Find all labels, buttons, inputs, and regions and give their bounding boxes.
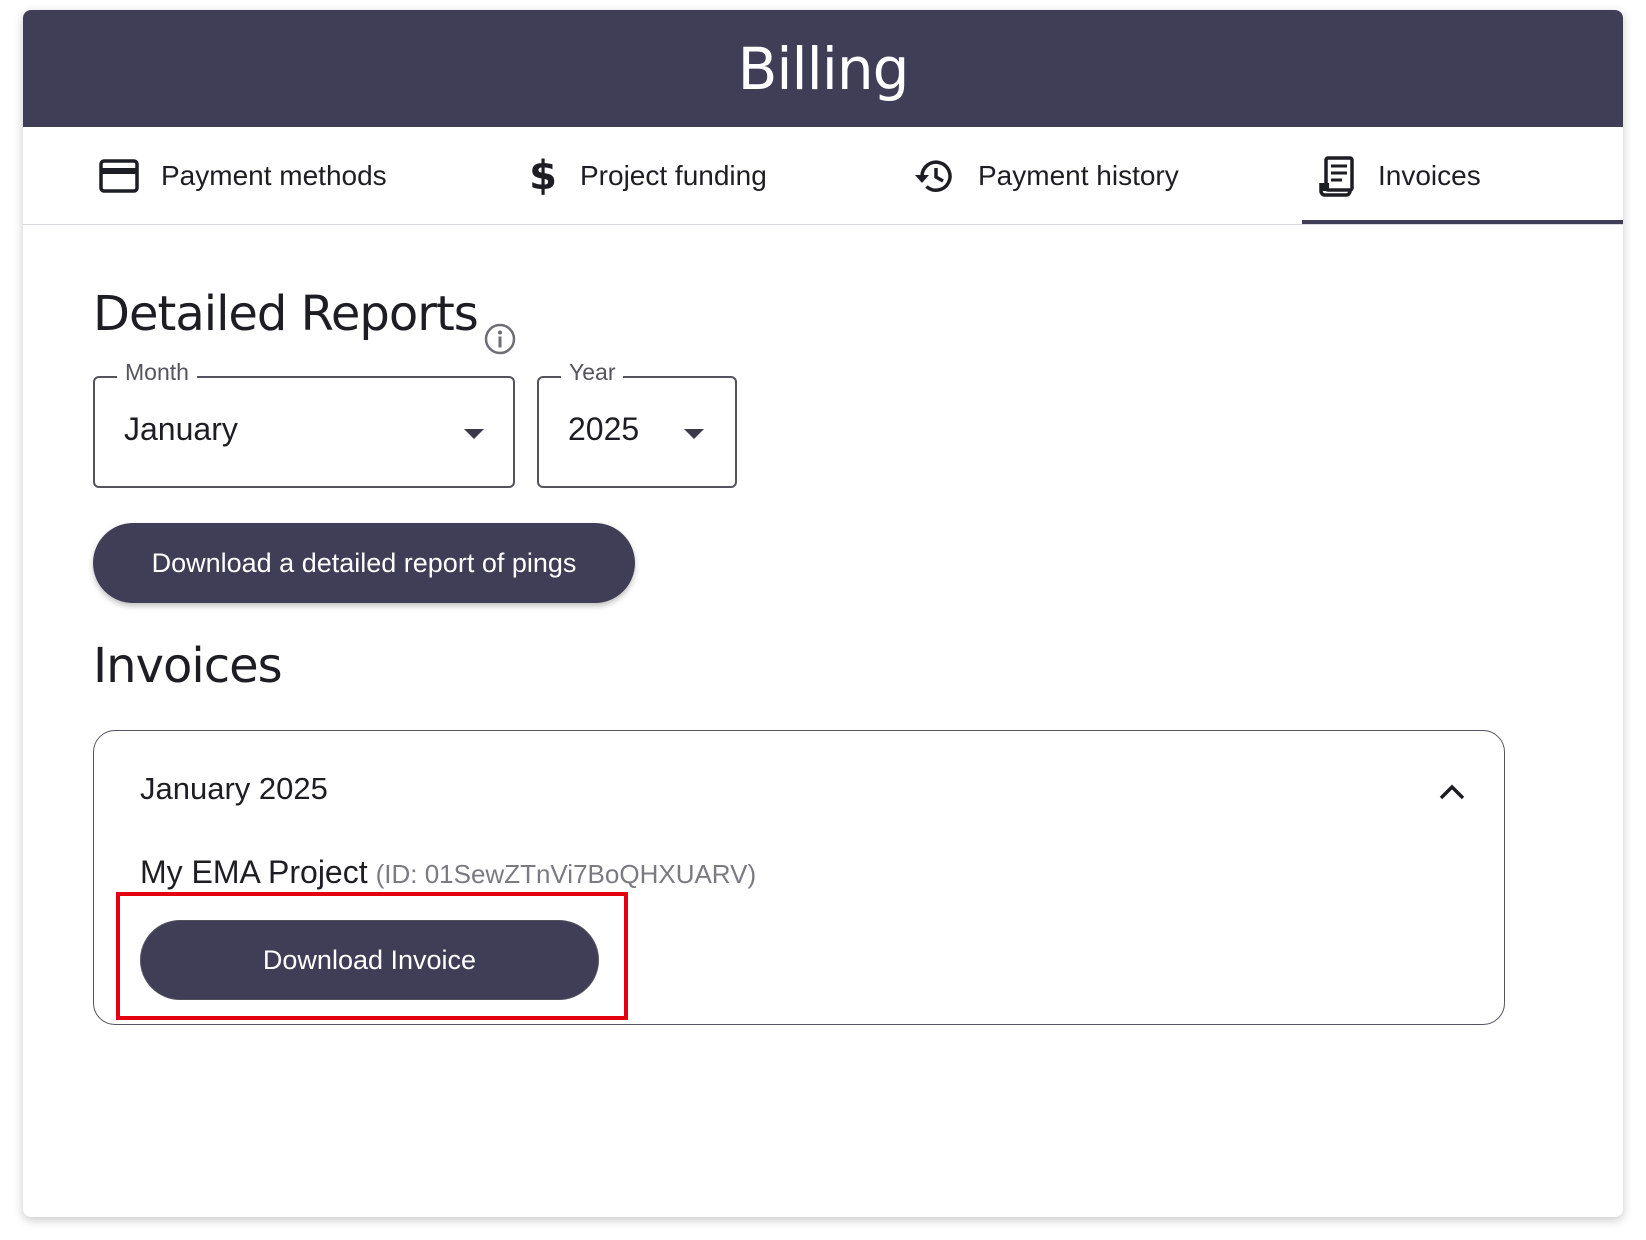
project-name: My EMA Project <box>140 854 368 890</box>
tab-label: Project funding <box>580 159 767 191</box>
tab-payment-methods[interactable]: Payment methods <box>99 127 387 224</box>
dollar-icon: $ <box>528 156 558 196</box>
detailed-reports-heading: Detailed Reports <box>93 286 479 342</box>
year-label: Year <box>561 359 624 386</box>
chevron-up-icon[interactable] <box>1438 783 1466 806</box>
invoice-period: January 2025 <box>140 771 328 806</box>
billing-card: Billing Payment methods $ Project fundin… <box>23 10 1623 1217</box>
year-select[interactable]: Year 2025 <box>537 359 737 488</box>
credit-card-icon <box>99 158 139 193</box>
history-icon <box>912 156 956 196</box>
tab-label: Payment history <box>978 159 1179 191</box>
billing-header: Billing <box>23 10 1623 127</box>
active-tab-indicator <box>1302 220 1623 224</box>
tab-payment-history[interactable]: Payment history <box>912 127 1179 224</box>
tab-project-funding[interactable]: $ Project funding <box>528 127 767 224</box>
tab-invoices[interactable]: Invoices <box>1318 127 1481 224</box>
year-value: 2025 <box>568 411 640 447</box>
tab-bar: Payment methods $ Project funding Paymen… <box>23 127 1623 225</box>
dropdown-arrow-icon <box>464 429 484 439</box>
download-invoice-label: Download Invoice <box>262 944 477 975</box>
month-value: January <box>124 411 238 447</box>
project-line: My EMA Project (ID: 01SewZTnVi7BoQHXUARV) <box>140 854 756 891</box>
download-report-label: Download a detailed report of pings <box>151 547 577 578</box>
receipt-icon <box>1318 155 1356 197</box>
svg-text:$: $ <box>529 156 557 196</box>
page-title: Billing <box>737 34 910 103</box>
dropdown-arrow-icon <box>684 429 704 439</box>
download-report-button[interactable]: Download a detailed report of pings <box>93 523 635 603</box>
info-icon[interactable] <box>483 322 517 361</box>
tab-label: Payment methods <box>161 159 387 191</box>
month-select[interactable]: Month January <box>93 359 515 488</box>
download-invoice-button[interactable]: Download Invoice <box>140 920 599 1000</box>
month-label: Month <box>117 359 197 386</box>
invoices-heading: Invoices <box>93 638 283 694</box>
project-id: (ID: 01SewZTnVi7BoQHXUARV) <box>375 859 757 889</box>
tab-label: Invoices <box>1378 159 1481 191</box>
